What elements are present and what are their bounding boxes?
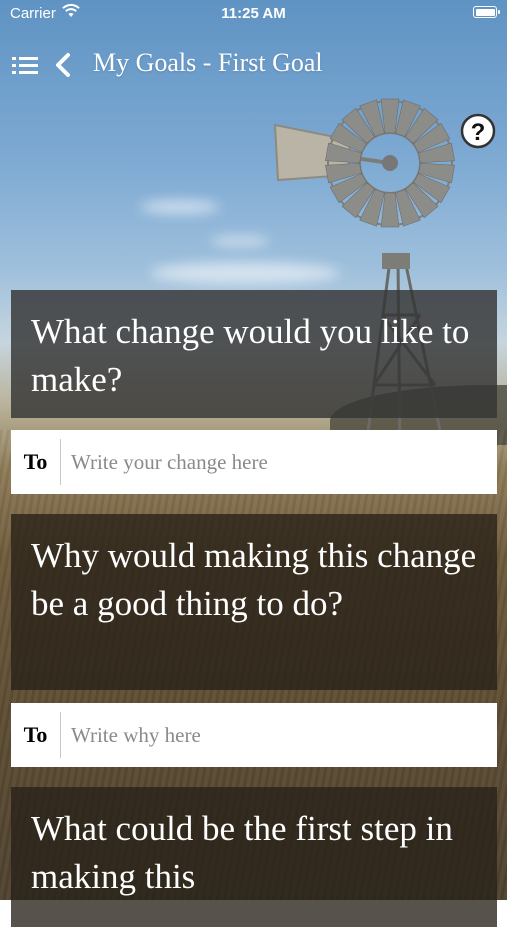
page-title: My Goals - First Goal [93, 48, 323, 77]
question-card-first-step: What could be the first step in making t… [11, 787, 497, 927]
question-circle-icon[interactable]: ? [460, 113, 496, 149]
battery-level [475, 8, 495, 16]
status-time: 11:25 AM [221, 5, 286, 22]
answer-prefix: To [23, 449, 48, 474]
answer-row-why: To [11, 703, 497, 767]
navigation-bar: My Goals - First Goal [0, 44, 507, 88]
question-card-why: Why would making this change be a good t… [11, 514, 497, 690]
svg-text:?: ? [471, 119, 486, 146]
change-input[interactable] [61, 430, 497, 494]
cloud [210, 236, 270, 246]
battery-icon [473, 6, 500, 18]
status-bar: Carrier 11:25 AM [0, 0, 507, 28]
chevron-left-icon[interactable] [52, 52, 74, 78]
answer-prefix: To [23, 722, 48, 747]
cloud [140, 200, 220, 214]
answer-row-change: To [11, 430, 497, 494]
why-input[interactable] [61, 703, 497, 767]
list-icon[interactable] [12, 53, 38, 77]
question-card-change: What change would you like to make? [11, 290, 497, 418]
